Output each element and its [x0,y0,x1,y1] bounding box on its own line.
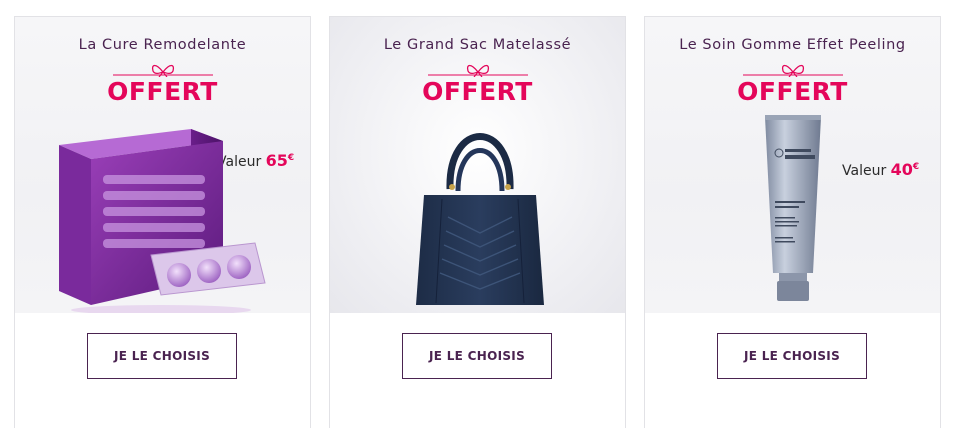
value-currency: € [912,162,920,172]
offer-title: La Cure Remodelante [78,37,247,53]
product-image-peeling-tube [765,115,821,301]
offer-card-grand-sac-matelasse: Le Grand Sac Matelassé OFFERT JE LE CHOI… [329,16,626,428]
offer-value: Valeur 40€ [842,160,919,179]
choose-button[interactable]: JE LE CHOISIS [717,333,867,379]
offer-visual: Le Grand Sac Matelassé OFFERT [330,17,625,313]
choose-button[interactable]: JE LE CHOISIS [402,333,552,379]
value-label: Valeur [842,163,887,179]
bow-ribbon-icon [113,64,213,77]
product-image-capsule-box [59,129,266,313]
offer-title: Le Grand Sac Matelassé [383,37,572,53]
value-amount: 40 [890,160,913,179]
offer-card-cure-remodelante: La Cure Remodelante OFFERT Valeur 65€ JE… [14,16,311,428]
offer-card-soin-gomme: Le Soin Gomme Effet Peeling OFFERT Valeu… [644,16,941,428]
product-image-quilted-bag [416,133,544,305]
offer-badge: OFFERT [737,77,848,106]
value-currency: € [287,153,295,163]
bow-ribbon-icon [743,64,843,77]
choose-button[interactable]: JE LE CHOISIS [87,333,237,379]
bow-ribbon-icon [428,64,528,77]
offer-visual: Le Soin Gomme Effet Peeling OFFERT Valeu… [645,17,940,313]
offer-badge: OFFERT [107,77,218,106]
offer-visual: La Cure Remodelante OFFERT Valeur 65€ [15,17,310,313]
offer-badge: OFFERT [422,77,533,106]
offer-title: Le Soin Gomme Effet Peeling [679,37,906,53]
